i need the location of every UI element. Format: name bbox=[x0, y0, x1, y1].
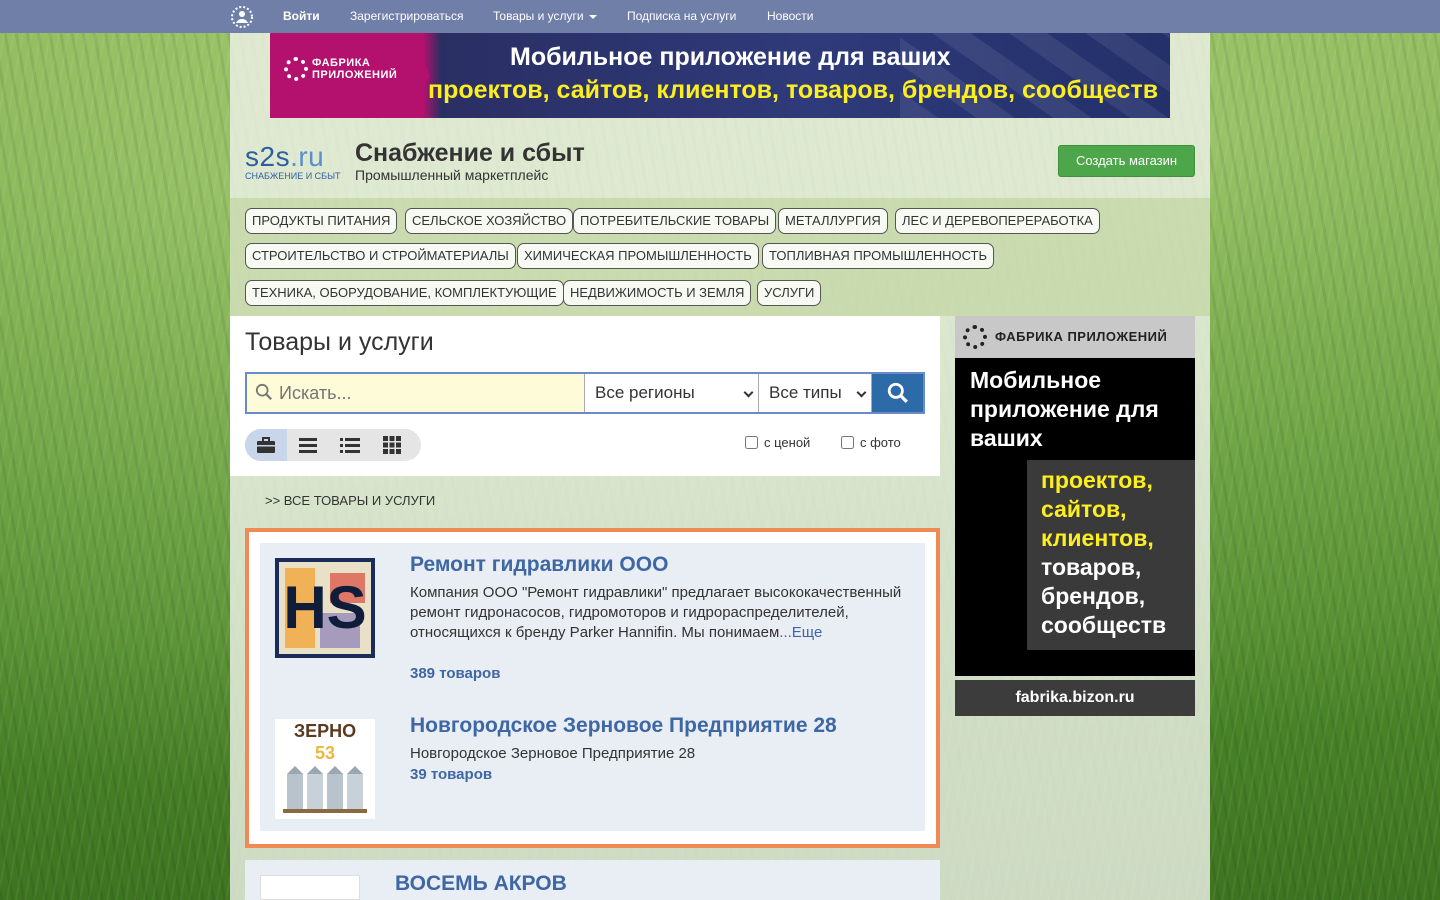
category-chip[interactable]: СТРОИТЕЛЬСТВО И СТРОЙМАТЕРИАЛЫ bbox=[245, 243, 516, 269]
result-count[interactable]: 39 товаров bbox=[410, 766, 492, 783]
top-navbar: Войти Зарегистрироваться Товары и услуги… bbox=[0, 0, 1440, 33]
login-link[interactable]: Войти bbox=[283, 0, 320, 33]
search-bar: Все регионы Все типы bbox=[245, 372, 925, 414]
search-button[interactable] bbox=[872, 374, 923, 412]
view-detailed-list-button[interactable] bbox=[329, 429, 371, 461]
with-photo-checkbox[interactable] bbox=[841, 436, 854, 449]
side-ad-item: сообществ bbox=[1041, 612, 1167, 638]
search-icon bbox=[887, 382, 908, 403]
type-select-value: Все типы bbox=[769, 383, 842, 402]
chevron-down-icon bbox=[743, 387, 754, 398]
view-mode-toggle bbox=[245, 429, 421, 461]
site-title: Снабжение и сбыт bbox=[355, 139, 585, 167]
breadcrumb[interactable]: >> ВСЕ ТОВАРЫ И УСЛУГИ bbox=[265, 493, 435, 508]
logo-word: s2s bbox=[245, 141, 291, 172]
result-item[interactable]: ЗЕРНО 53 Новгородское Зерновое Предприят… bbox=[260, 704, 925, 831]
with-price-checkbox[interactable] bbox=[745, 436, 758, 449]
result-item[interactable]: ВОСЕМЬ АКРОВ bbox=[245, 860, 940, 900]
side-ad-brand: ФАБРИКА ПРИЛОЖЕНИЙ bbox=[995, 329, 1168, 344]
side-ad-item: клиентов, bbox=[1041, 525, 1154, 551]
side-ad-item: проектов, bbox=[1041, 467, 1153, 493]
banner-brand-text: ФАБРИКА ПРИЛОЖЕНИЙ bbox=[312, 57, 398, 81]
logo-subtitle: СНАБЖЕНИЕ И СБЫТ bbox=[245, 171, 341, 181]
zerno-logo-image: ЗЕРНО 53 bbox=[275, 719, 375, 819]
create-shop-button[interactable]: Создать магазин bbox=[1058, 145, 1195, 177]
company-logo[interactable]: ЗЕРНО 53 bbox=[275, 719, 375, 819]
category-chip[interactable]: ПОТРЕБИТЕЛЬСКИЕ ТОВАРЫ bbox=[573, 208, 777, 234]
view-list-button[interactable] bbox=[287, 429, 329, 461]
company-logo[interactable]: HS bbox=[275, 558, 375, 658]
briefcase-icon bbox=[257, 437, 275, 453]
chevron-down-icon bbox=[856, 387, 867, 398]
category-chip[interactable]: СЕЛЬСКОЕ ХОЗЯЙСТВО bbox=[405, 208, 574, 234]
top-ad-banner[interactable]: ФАБРИКА ПРИЛОЖЕНИЙ Мобильное приложение … bbox=[270, 33, 1170, 118]
side-ad-url[interactable]: fabrika.bizon.ru bbox=[955, 680, 1195, 716]
search-panel: Товары и услуги Все регионы Все типы bbox=[230, 316, 940, 476]
category-chip[interactable]: ТЕХНИКА, ОБОРУДОВАНИЕ, КОМПЛЕКТУЮЩИЕ bbox=[245, 280, 564, 306]
category-chip[interactable]: ЛЕС И ДЕРЕВОПЕРЕРАБОТКА bbox=[895, 208, 1100, 234]
result-title[interactable]: Ремонт гидравлики ООО bbox=[410, 553, 668, 577]
highlighted-results: HS Ремонт гидравлики ООО Компания ООО "Р… bbox=[245, 528, 940, 848]
site-subtitle: Промышленный маркетплейс bbox=[355, 167, 549, 183]
s2s-logo[interactable]: s2s.ru СНАБЖЕНИЕ И СБЫТ bbox=[245, 141, 341, 181]
side-ad-item: сайтов, bbox=[1041, 496, 1127, 522]
result-title[interactable]: ВОСЕМЬ АКРОВ bbox=[395, 872, 567, 896]
result-count[interactable]: 389 товаров bbox=[410, 665, 500, 682]
category-chip[interactable]: НЕДВИЖИМОСТЬ И ЗЕМЛЯ bbox=[563, 280, 752, 306]
chevron-down-icon bbox=[588, 14, 597, 19]
logo-tld: .ru bbox=[290, 141, 325, 172]
gear-icon bbox=[963, 325, 987, 349]
type-select[interactable]: Все типы bbox=[759, 374, 872, 412]
result-title[interactable]: Новгородское Зерновое Предприятие 28 bbox=[410, 714, 837, 738]
category-chip[interactable]: ПРОДУКТЫ ПИТАНИЯ bbox=[245, 208, 398, 234]
result-description: Новгородское Зерновое Предприятие 28 bbox=[410, 745, 696, 762]
side-ad-banner[interactable]: ФАБРИКА ПРИЛОЖЕНИЙ Мобильное приложение … bbox=[955, 316, 1195, 716]
subscribe-link[interactable]: Подписка на услуги bbox=[627, 0, 736, 33]
result-description-text: Компания ООО "Ремонт гидравлики" предлаг… bbox=[410, 584, 902, 641]
category-chip[interactable]: ХИМИЧЕСКАЯ ПРОМЫШЛЕННОСТЬ bbox=[517, 243, 759, 269]
category-chip[interactable]: УСЛУГИ bbox=[757, 280, 822, 306]
side-ad-item: товаров, bbox=[1041, 554, 1142, 580]
view-grid-button[interactable] bbox=[371, 429, 413, 461]
view-companies-button[interactable] bbox=[245, 429, 287, 461]
search-input[interactable] bbox=[247, 374, 585, 412]
banner-line-1: Мобильное приложение для ваших bbox=[510, 43, 951, 71]
category-chip[interactable]: ТОПЛИВНАЯ ПРОМЫШЛЕННОСТЬ bbox=[762, 243, 995, 269]
hs-logo-text: HS bbox=[283, 574, 366, 641]
with-price-label: с ценой bbox=[764, 435, 811, 450]
with-photo-label: с фото bbox=[860, 435, 901, 450]
zerno-logo-number: 53 bbox=[315, 743, 335, 763]
page-container: ФАБРИКА ПРИЛОЖЕНИЙ Мобильное приложение … bbox=[230, 33, 1210, 900]
bullet-list-icon bbox=[340, 438, 360, 453]
side-ad-list: проектов, сайтов, клиентов, товаров, бре… bbox=[1041, 466, 1166, 640]
grid-icon bbox=[383, 436, 401, 454]
list-icon bbox=[299, 438, 317, 453]
side-ad-body: Мобильное приложение для ваших проектов,… bbox=[955, 358, 1195, 676]
category-chip[interactable]: МЕТАЛЛУРГИЯ bbox=[778, 208, 888, 234]
page-title: Товары и услуги bbox=[245, 328, 434, 356]
zerno-logo-text: ЗЕРНО bbox=[294, 721, 356, 741]
hs-logo-image: HS bbox=[275, 558, 375, 658]
gear-icon bbox=[284, 57, 308, 81]
with-price-filter[interactable]: с ценой bbox=[745, 435, 810, 450]
goods-menu-label: Товары и услуги bbox=[493, 9, 584, 23]
side-ad-item: брендов, bbox=[1041, 583, 1146, 609]
side-ad-brand-bar: ФАБРИКА ПРИЛОЖЕНИЙ bbox=[955, 316, 1195, 358]
region-select[interactable]: Все регионы bbox=[585, 374, 759, 412]
result-item[interactable]: HS Ремонт гидравлики ООО Компания ООО "Р… bbox=[260, 543, 925, 704]
register-link[interactable]: Зарегистрироваться bbox=[350, 0, 463, 33]
side-ad-lead: Мобильное приложение для ваших bbox=[970, 367, 1159, 451]
banner-line-2: проектов, сайтов, клиентов, товаров, бре… bbox=[428, 76, 1159, 104]
result-description: Компания ООО "Ремонт гидравлики" предлаг… bbox=[410, 583, 915, 643]
region-select-value: Все регионы bbox=[595, 383, 695, 402]
company-logo[interactable] bbox=[260, 875, 360, 900]
side-ad-list-box: проектов, сайтов, клиентов, товаров, бре… bbox=[1027, 460, 1195, 650]
goods-menu[interactable]: Товары и услуги bbox=[493, 0, 597, 33]
site-logo-icon[interactable] bbox=[230, 5, 254, 29]
more-link[interactable]: ...Еще bbox=[779, 624, 822, 641]
search-icon bbox=[255, 383, 272, 400]
with-photo-filter[interactable]: с фото bbox=[841, 435, 901, 450]
news-link[interactable]: Новости bbox=[767, 0, 813, 33]
category-chips: ПРОДУКТЫ ПИТАНИЯ СЕЛЬСКОЕ ХОЗЯЙСТВО ПОТР… bbox=[230, 198, 1210, 316]
